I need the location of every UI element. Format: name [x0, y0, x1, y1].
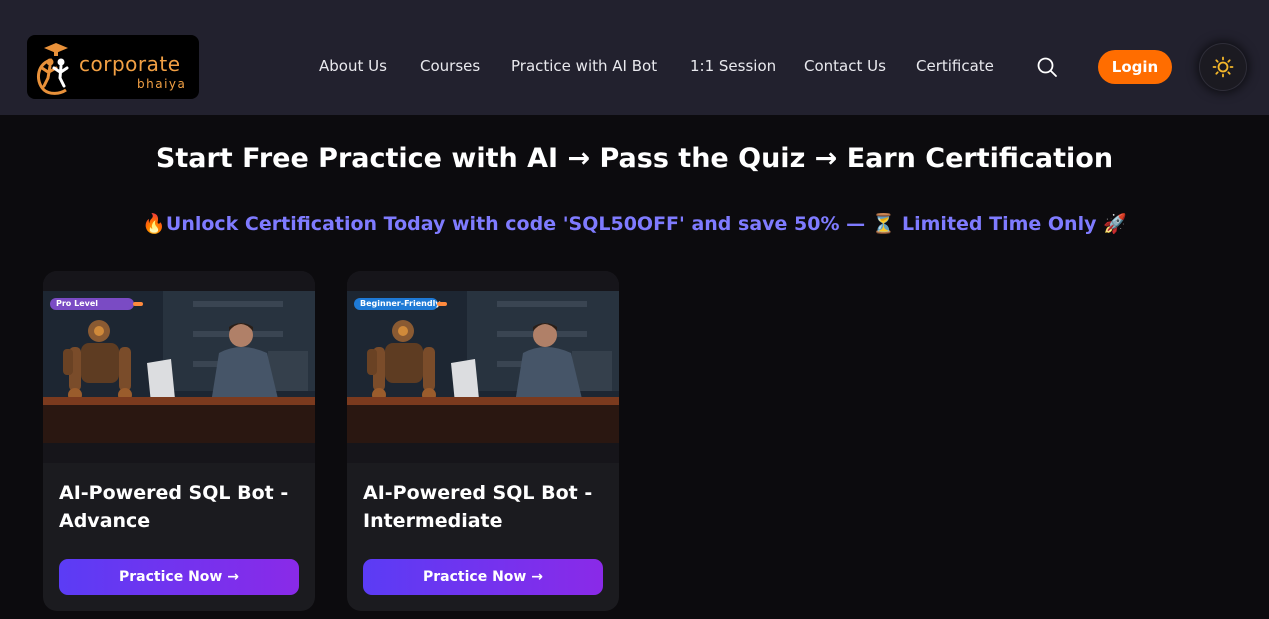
course-card-intermediate[interactable]: Beginner-Friendly AI-Powered SQL Bot - I…	[347, 271, 619, 611]
hero-title: Start Free Practice with AI → Pass the Q…	[155, 143, 1114, 174]
robot-and-developer-illustration	[43, 291, 315, 443]
level-badge: Beginner-Friendly	[354, 298, 441, 310]
search-icon	[1037, 57, 1057, 77]
practice-now-button[interactable]: Practice Now →	[59, 559, 299, 595]
nav-contact-us[interactable]: Contact Us	[804, 57, 886, 75]
sun-icon	[1212, 56, 1234, 78]
course-card-advance[interactable]: Pro Level AI-Powered SQL Bot - Advance P…	[43, 271, 315, 611]
robot-and-developer-illustration	[347, 291, 619, 443]
brand-subname: bhaiya	[137, 77, 187, 91]
course-title: AI-Powered SQL Bot - Intermediate	[363, 482, 593, 532]
graduation-people-icon	[36, 43, 69, 95]
login-button[interactable]: Login	[1098, 50, 1172, 84]
badge-pencil-tip	[133, 302, 143, 306]
course-thumbnail: Pro Level	[43, 271, 315, 463]
level-badge: Pro Level	[50, 298, 134, 310]
course-title: AI-Powered SQL Bot - Advance	[59, 482, 289, 532]
brand-logo[interactable]: corporate bhaiya	[27, 35, 199, 99]
nav-certificate[interactable]: Certificate	[916, 57, 994, 75]
practice-now-button[interactable]: Practice Now →	[363, 559, 603, 595]
course-thumbnail: Beginner-Friendly	[347, 271, 619, 463]
theme-toggle-button[interactable]	[1199, 43, 1247, 91]
badge-pencil-tip	[437, 302, 447, 306]
nav-courses[interactable]: Courses	[420, 57, 480, 75]
site-header: corporate bhaiya About Us Courses Practi…	[0, 0, 1269, 115]
nav-practice-ai-bot[interactable]: Practice with AI Bot	[511, 57, 657, 75]
search-button[interactable]	[1026, 46, 1068, 88]
nav-about-us[interactable]: About Us	[319, 57, 387, 75]
promo-banner: 🔥Unlock Certification Today with code 'S…	[142, 213, 1127, 235]
brand-name: corporate	[79, 52, 181, 76]
nav-one-on-one-session[interactable]: 1:1 Session	[690, 57, 776, 75]
